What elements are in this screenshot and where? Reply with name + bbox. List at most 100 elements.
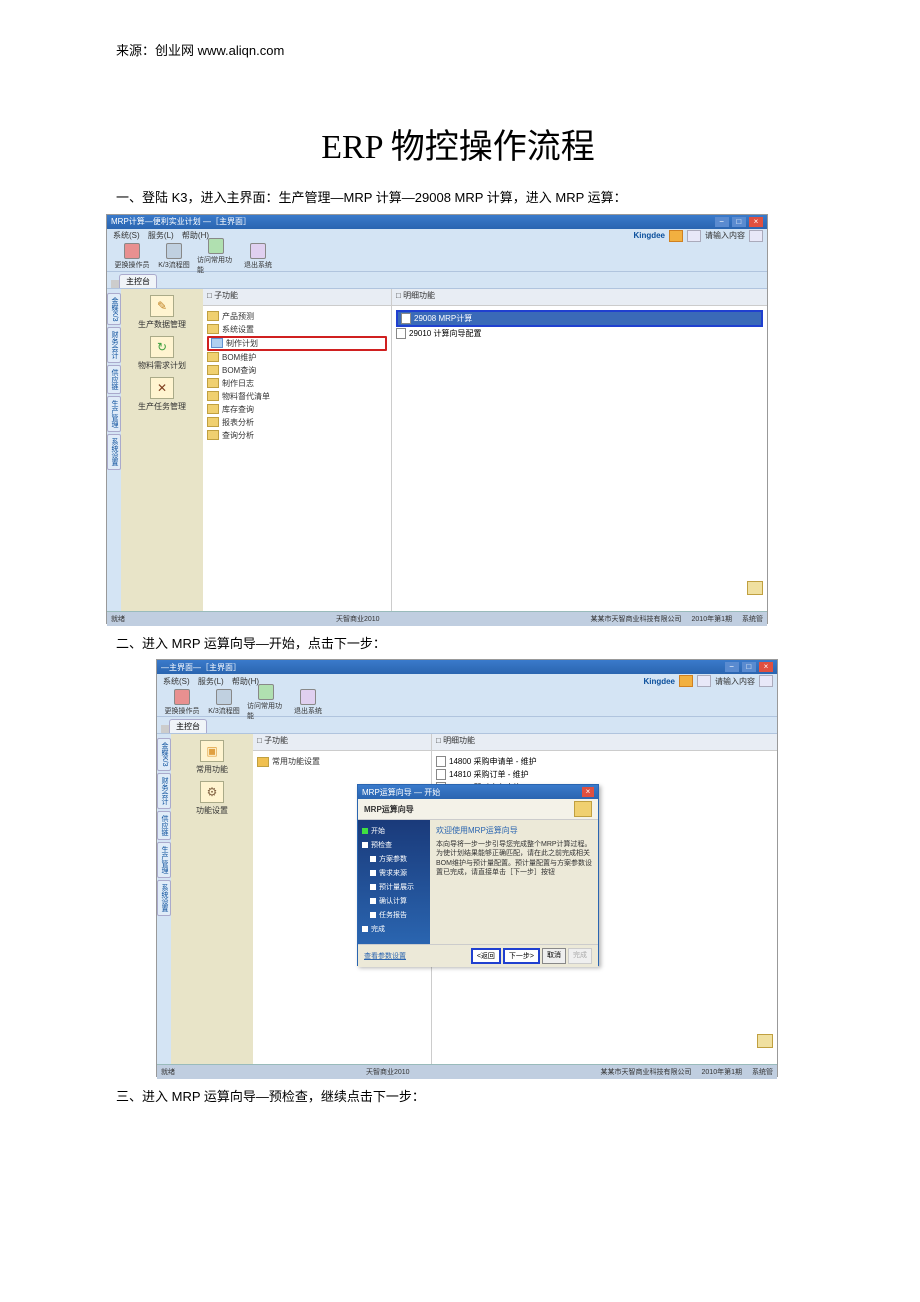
tree-item[interactable]: 库存查询 [207,403,387,416]
tree-label: 产品预测 [222,311,254,322]
tree-item[interactable]: 系统设置 [207,323,387,336]
wizard-step-precheck[interactable]: 预检查 [362,838,426,852]
detail-item[interactable]: 14800 采购申请单 - 维护 [436,755,773,768]
tool-switch-user[interactable]: 更换操作员 [163,689,201,716]
wizard-step-start[interactable]: 开始 [362,824,426,838]
wizard-step-forecast[interactable]: 预计量展示 [370,880,426,894]
nav-column: 生产数据管理 物料需求计划 生产任务管理 [121,289,203,611]
vtab-finance[interactable]: 财务会计 [157,773,171,809]
tool-exit[interactable]: 退出系统 [239,243,277,270]
tool-switch-user[interactable]: 更换操作员 [113,243,151,270]
wizard-step-finish[interactable]: 完成 [362,922,426,936]
mail-icon[interactable] [697,675,711,687]
tree-item[interactable]: BOM查询 [207,364,387,377]
close-button[interactable]: × [759,662,773,672]
tab-arrow-left[interactable] [161,725,169,733]
vtab-supply[interactable]: 供应链 [107,365,121,394]
menu-service[interactable]: 服务(L) [198,677,224,686]
flow-icon [216,689,232,705]
dialog-close-button[interactable]: × [582,787,594,797]
vtab-supply[interactable]: 供应链 [157,811,171,840]
minimize-button[interactable]: − [725,662,739,672]
folder-icon [257,757,269,767]
tree-item[interactable]: 产品预测 [207,310,387,323]
tool-label: 更换操作员 [165,706,200,716]
view-params-link[interactable]: 查看参数设置 [364,951,406,961]
detail-panel: □ 明细功能 29008 MRP计算 29010 计算向导配置 [392,289,767,611]
menu-system[interactable]: 系统(S) [113,231,140,240]
bullet-icon [362,926,368,932]
dropdown-icon[interactable] [759,675,773,687]
tree-item[interactable]: 制作日志 [207,377,387,390]
next-button[interactable]: 下一步> [503,948,540,964]
status-product: 天智商业2010 [366,1067,410,1077]
tab-main[interactable]: 主控台 [169,719,207,733]
favorites-icon [208,238,224,254]
tool-exit[interactable]: 退出系统 [289,689,327,716]
nav-common[interactable]: 常用功能 [196,740,228,775]
minimize-button[interactable]: − [715,217,729,227]
folder-icon [211,338,223,348]
menu-service[interactable]: 服务(L) [148,231,174,240]
status-period: 2010年第1期 [692,614,732,624]
nav-proddata[interactable]: 生产数据管理 [138,295,186,330]
folder-icon [207,417,219,427]
vtab-settings[interactable]: 系统设置 [107,434,121,470]
back-button[interactable]: <返回 [471,948,501,964]
menu-system[interactable]: 系统(S) [163,677,190,686]
home-icon[interactable] [669,230,683,242]
tool-favorites[interactable]: 访问常用功能 [197,238,235,275]
search-hint[interactable]: 请输入内容 [705,230,745,241]
status-period: 2010年第1期 [702,1067,742,1077]
detail-header: □ 明细功能 [392,289,767,306]
vtab-production[interactable]: 生产管理 [157,842,171,878]
home-icon[interactable] [679,675,693,687]
finish-button[interactable]: 完成 [568,948,592,964]
corner-tool-icon[interactable] [757,1034,773,1048]
mrp-wizard-dialog: MRP运算向导 — 开始 × MRP运算向导 开始 预检查 方案参数 需求来源 … [357,784,599,966]
tree-item-selected[interactable]: 制作计划 [207,336,387,351]
tree-item[interactable]: BOM维护 [207,351,387,364]
step-2-text: 二、进入 MRP 运算向导—开始，点击下一步： [116,634,800,654]
mail-icon[interactable] [687,230,701,242]
nav-mrp[interactable]: 物料需求计划 [138,336,186,371]
vtab-production[interactable]: 生产管理 [107,396,121,432]
vtab-settings[interactable]: 系统设置 [157,880,171,916]
wizard-step-confirm[interactable]: 确认计算 [370,894,426,908]
vtab-k3[interactable]: 金蝶K/3 [157,738,171,771]
detail-item[interactable]: 14810 采购订单 - 维护 [436,768,773,781]
detail-item[interactable]: 29010 计算向导配置 [396,327,763,340]
tool-flow[interactable]: K/3流程图 [205,689,243,716]
tree-label: 制作计划 [226,338,258,349]
tree-item[interactable]: 常用功能设置 [257,755,427,768]
detail-label: 14800 采购申请单 - 维护 [449,756,537,767]
tool-favorites[interactable]: 访问常用功能 [247,684,285,721]
wizard-step-demand[interactable]: 需求来源 [370,866,426,880]
subfunction-header: □ 子功能 [253,734,431,751]
tool-label: K/3流程图 [208,706,240,716]
tree-label: 物料督代清单 [222,391,270,402]
nav-task[interactable]: 生产任务管理 [138,377,186,412]
maximize-button[interactable]: □ [742,662,756,672]
maximize-button[interactable]: □ [732,217,746,227]
wizard-step-report[interactable]: 任务报告 [370,908,426,922]
tool-label: 访问常用功能 [247,701,285,721]
wizard-step-params[interactable]: 方案参数 [370,852,426,866]
tab-arrow-left[interactable] [111,280,119,288]
vertical-tabs: 金蝶K/3 财务会计 供应链 生产管理 系统设置 [107,289,121,611]
vtab-k3[interactable]: 金蝶K/3 [107,293,121,326]
vtab-finance[interactable]: 财务会计 [107,327,121,363]
tab-main[interactable]: 主控台 [119,274,157,288]
close-button[interactable]: × [749,217,763,227]
cancel-button[interactable]: 取消 [542,948,566,964]
dropdown-icon[interactable] [749,230,763,242]
tree-item[interactable]: 查询分析 [207,429,387,442]
subfunction-tree: 常用功能设置 [253,751,431,772]
nav-funcset[interactable]: 功能设置 [196,781,228,816]
status-product: 天智商业2010 [336,614,380,624]
corner-tool-icon[interactable] [747,581,763,595]
tree-item[interactable]: 物料督代清单 [207,390,387,403]
tool-flow[interactable]: K/3流程图 [155,243,193,270]
tree-item[interactable]: 报表分析 [207,416,387,429]
search-hint[interactable]: 请输入内容 [715,676,755,687]
